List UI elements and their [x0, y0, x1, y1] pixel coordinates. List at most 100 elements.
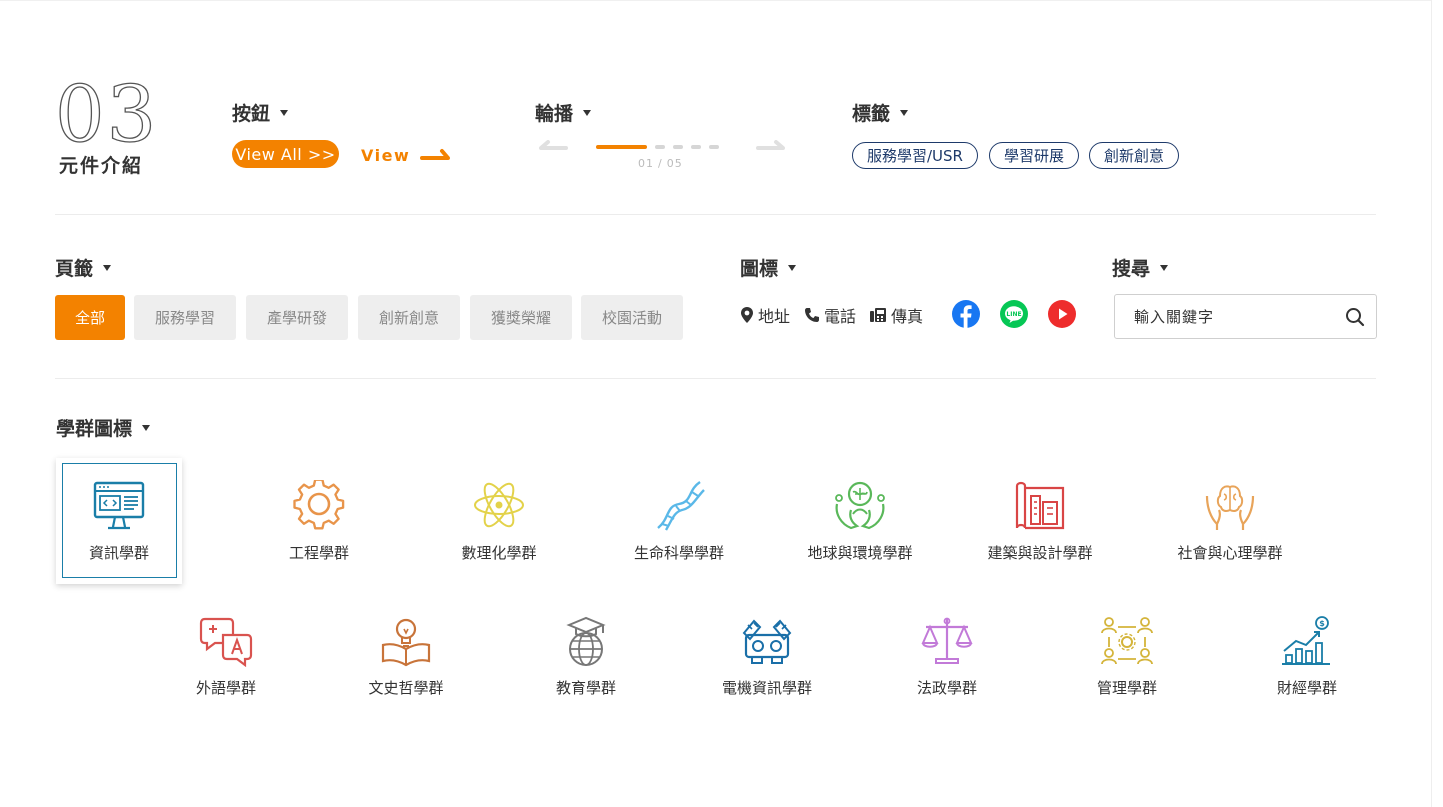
- tab-awards[interactable]: 獲獎榮耀: [470, 295, 572, 340]
- field-label: 教育學群: [555, 679, 616, 697]
- field-label: 財經學群: [1276, 679, 1337, 697]
- search-heading-label: 搜尋: [1112, 258, 1151, 280]
- divider: [55, 214, 1376, 215]
- field-label: 地球與環境學群: [807, 544, 913, 562]
- field-management[interactable]: 管理學群: [1052, 615, 1202, 698]
- field-architecture-design[interactable]: 建築與設計學群: [965, 480, 1115, 563]
- field-law-politics[interactable]: 法政學群: [872, 615, 1022, 698]
- field-label: 資訊學群: [88, 544, 149, 562]
- svg-text:LINE: LINE: [1006, 311, 1021, 318]
- carousel-current: 01: [638, 157, 654, 170]
- field-life-science[interactable]: 生命科學學群: [604, 480, 754, 563]
- contact-address-label: 地址: [758, 307, 791, 326]
- book-bulb-icon: [381, 618, 431, 667]
- right-border: [1431, 0, 1432, 807]
- field-engineering[interactable]: 工程學群: [244, 480, 394, 563]
- tab-service[interactable]: 服務學習: [134, 295, 236, 340]
- carousel-dots: [596, 145, 719, 149]
- graduation-globe-icon: [566, 616, 606, 666]
- caret-down-icon: [1160, 264, 1169, 271]
- carousel-dot[interactable]: [655, 145, 665, 149]
- icons-heading: 圖標: [740, 254, 797, 281]
- contact-fax[interactable]: 傳真: [869, 303, 923, 327]
- field-label: 管理學群: [1096, 679, 1157, 697]
- field-label: 法政學群: [916, 679, 977, 697]
- carousel-dot[interactable]: [709, 145, 719, 149]
- contact-address[interactable]: 地址: [740, 303, 790, 327]
- field-literature-history-philosophy[interactable]: 文史哲學群: [331, 615, 481, 698]
- field-social-psychology[interactable]: 社會與心理學群: [1155, 480, 1305, 563]
- field-label: 生命科學學群: [633, 544, 724, 562]
- section-title: 元件介紹: [59, 155, 144, 177]
- carousel-dot[interactable]: [596, 145, 647, 149]
- view-all-button[interactable]: View All >>: [232, 140, 339, 168]
- tab-innovation[interactable]: 創新創意: [358, 295, 460, 340]
- youtube-icon[interactable]: [1048, 300, 1076, 328]
- carousel-counter: 01 / 05: [638, 157, 683, 170]
- caret-down-icon: [788, 264, 797, 271]
- tab-industry[interactable]: 產學研發: [246, 295, 348, 340]
- field-label: 外語學群: [195, 679, 256, 697]
- earth-hands-icon: [835, 481, 885, 530]
- finance-chart-icon: $: [1282, 616, 1330, 665]
- tag-usr[interactable]: 服務學習/USR: [852, 142, 978, 169]
- contact-phone[interactable]: 電話: [804, 303, 856, 327]
- field-it[interactable]: 資訊學群: [44, 480, 194, 563]
- building-icon: [1015, 481, 1065, 530]
- field-education[interactable]: 教育學群: [511, 615, 661, 698]
- search-icon[interactable]: [1345, 307, 1365, 327]
- gear-icon: [293, 480, 345, 530]
- carousel-next-icon[interactable]: [756, 140, 788, 160]
- carousel-dot[interactable]: [673, 145, 683, 149]
- brain-hands-icon: [1205, 485, 1255, 530]
- field-label: 社會與心理學群: [1177, 544, 1283, 562]
- tabs-heading-label: 頁籤: [55, 258, 94, 280]
- field-math-physics-chem[interactable]: 數理化學群: [424, 480, 574, 563]
- field-label: 建築與設計學群: [987, 544, 1093, 562]
- top-border: [0, 0, 1431, 1]
- carousel-total: 05: [666, 157, 683, 170]
- search-input[interactable]: [1115, 295, 1340, 338]
- computer-icon: [93, 481, 145, 530]
- field-label: 文史哲學群: [368, 679, 444, 697]
- carousel-prev-icon[interactable]: [536, 140, 568, 160]
- caret-down-icon: [583, 109, 592, 116]
- facebook-icon[interactable]: [952, 300, 980, 328]
- field-electrical-computer[interactable]: 電機資訊學群: [692, 615, 842, 698]
- section-number: 03: [54, 70, 159, 160]
- view-link[interactable]: View: [361, 142, 452, 168]
- tags-heading: 標籤: [852, 99, 909, 126]
- phone-icon: [805, 308, 819, 322]
- arrow-right-icon: [420, 149, 451, 160]
- field-foreign-language[interactable]: 外語學群: [151, 615, 301, 698]
- page: 03 元件介紹 按鈕 View All >> View 輪播 01 / 05 標…: [0, 0, 1443, 807]
- search-box: [1114, 294, 1377, 339]
- carousel-heading-label: 輪播: [535, 103, 574, 125]
- field-label: 數理化學群: [461, 544, 537, 562]
- view-link-label: View: [361, 145, 411, 165]
- caret-down-icon: [142, 424, 151, 431]
- carousel-dot[interactable]: [691, 145, 701, 149]
- map-pin-icon: [741, 307, 753, 323]
- field-label: 工程學群: [288, 544, 349, 562]
- dna-icon: [657, 481, 705, 531]
- svg-text:$: $: [1319, 619, 1325, 628]
- search-heading: 搜尋: [1112, 254, 1169, 281]
- contact-fax-label: 傳真: [891, 307, 924, 326]
- speech-bubbles-icon: [199, 617, 253, 667]
- field-earth-environment[interactable]: 地球與環境學群: [785, 480, 935, 563]
- line-icon[interactable]: LINE: [1000, 300, 1028, 328]
- caret-down-icon: [900, 109, 909, 116]
- tag-innovation[interactable]: 創新創意: [1089, 142, 1179, 169]
- fields-heading: 學群圖標: [56, 414, 151, 441]
- contact-phone-label: 電話: [824, 307, 857, 326]
- field-label: 電機資訊學群: [721, 679, 812, 697]
- field-finance-economics[interactable]: $ 財經學群: [1232, 615, 1382, 698]
- tag-research[interactable]: 學習研展: [989, 142, 1079, 169]
- tabs-heading: 頁籤: [55, 254, 112, 281]
- fields-heading-label: 學群圖標: [56, 418, 133, 440]
- icons-heading-label: 圖標: [740, 258, 779, 280]
- tab-campus[interactable]: 校園活動: [581, 295, 683, 340]
- caret-down-icon: [280, 109, 289, 116]
- tab-all[interactable]: 全部: [55, 295, 125, 340]
